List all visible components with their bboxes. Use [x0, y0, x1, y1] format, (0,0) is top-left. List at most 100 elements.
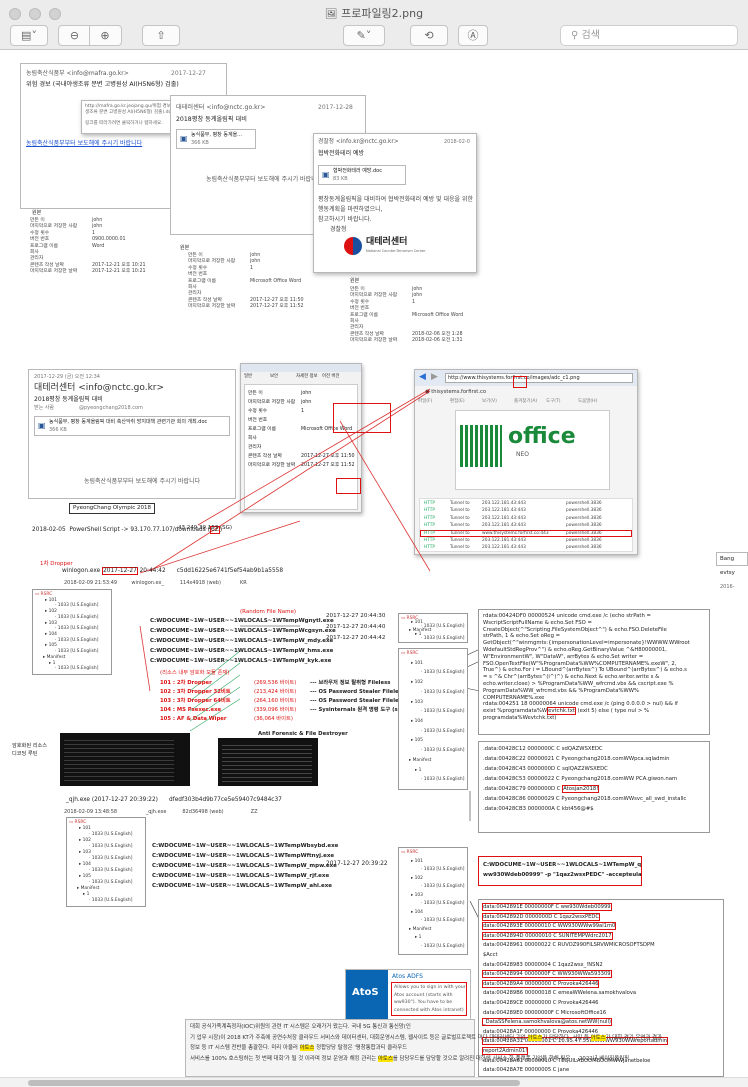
search-field[interactable]: ⚲ 검색	[560, 25, 738, 46]
code-line: .data:00428C79 0000000D C Atosjan2018!	[483, 785, 600, 793]
code-line: WdefaultStdRegProv^") & echo.oReg.GetBin…	[483, 647, 667, 653]
image-canvas: 농림축산식품부 <info@mafra.go.kr> 2017-12-27 위험…	[0, 51, 748, 1077]
news-line: 기 업무 시장)이 2018 KT가 주축에 공연수처장 클라우드 서비스와 데…	[190, 1034, 662, 1041]
news-line: 대회 공식가족계측정자(IOC)위원의 관련 IT 시스템은 오래가거 왔는다.…	[190, 1024, 411, 1030]
atos-title: Atos ADFS	[392, 973, 423, 980]
tree-node: ▸ 101	[79, 826, 91, 831]
code-line: GetObject(^"winmgmts:{impersonationLevel…	[483, 640, 690, 647]
tree-node: · 1033 [U.S.English]	[89, 832, 133, 837]
news-line: 정보 등 IT 시스템 전반을 총괄한다. 미리 아울러 아토스 정합당당 탈정…	[190, 1045, 408, 1051]
tree-node: ▭ RSRC	[401, 651, 419, 656]
markup-button[interactable]: ✎˅	[343, 25, 385, 46]
tree-node: ▸ 104	[411, 719, 423, 724]
rsrc-item: 102 : 3차 Dropper 32비트	[160, 689, 231, 695]
sidebar-toggle-button[interactable]: ▤˅	[10, 25, 48, 46]
tree-node: ▸ 102	[411, 875, 423, 881]
share-icon: ⇧	[156, 29, 166, 42]
credential-strings-1: .data:00428C12 0000000C C sdQAZWSXEDC .da…	[478, 741, 710, 833]
code-line: ProgramData%WW_wfrcmd.vbs && %ProgramDat…	[483, 687, 639, 694]
sidebar-icon: ▤˅	[21, 29, 37, 42]
side-peek-text: evtsy	[720, 570, 735, 576]
file-path: C:WDOCUME~1W~USER~~1WLOCALS~1WTempW_mpw.…	[152, 863, 337, 869]
tree-node: ▸ 102	[79, 838, 91, 843]
rotate-icon: ⟲	[424, 29, 434, 42]
command-line: C:WDOCUME~1W~USER~~1WLOCALS~1WTempW_qy.e…	[483, 862, 642, 868]
code-line: echo.writer.close) > %ProgramData%WW_wfr…	[483, 681, 674, 687]
rsrc-size: (264,160 바이트)	[254, 698, 297, 704]
zoom-in-icon[interactable]: ⊕	[90, 26, 120, 45]
atos-adfs-card: AtoS Atos ADFS Allows you to sign in wit…	[345, 969, 471, 1020]
tree-node: · 1033 [U.S.English]	[421, 901, 465, 906]
timestamp: 2017-12-27 20:44:42	[326, 635, 386, 641]
rotate-button[interactable]: ⟲	[410, 25, 448, 46]
rsrc-size: (339,096 바이트)	[254, 707, 297, 713]
search-placeholder: 검색	[581, 30, 600, 41]
olympic-label: PyeongChang Olympic 2018	[69, 503, 155, 514]
tree-node: · 1033 [U.S.English]	[421, 689, 465, 695]
code-line: rdata:00424DF0 00000524 unicode cmd.exe …	[483, 613, 651, 619]
tree-node: · 1033 [U.S.English]	[421, 636, 465, 641]
rsrc-tree-2: ▭ RSRC ▸ 101 · 1033 [U.S.English] ▸ 102 · 10…	[66, 817, 146, 907]
code-line: data:004289CE 00000000 C Provoka426446	[483, 1000, 599, 1006]
tree-node: ▸ 101	[411, 660, 423, 666]
annotate-button[interactable]: Ⓐ	[458, 25, 488, 46]
tree-node: ▸ 101	[411, 858, 423, 864]
rsrc-item: 101 : 2차 Dropper	[160, 680, 212, 686]
tree-node: · 1033 [U.S.English]	[55, 614, 99, 620]
rsrc-size: (36,064 바이트)	[254, 716, 293, 722]
tree-node: ▸ Manifest	[77, 886, 100, 891]
atos-note-line: ww930"). You have to be	[394, 1000, 453, 1006]
code-line: .data:00428C43 0000000D C sqlQAZ2WSXEDC	[483, 766, 608, 772]
tree-node: ▸ 1	[415, 935, 422, 940]
note-footer: Anti Forensic & File Destroyer	[258, 731, 348, 737]
tree-node: ▸ 103	[79, 850, 91, 855]
tree-node: · 1033 [U.S.English]	[55, 666, 99, 672]
rsrc-size: (213,424 바이트)	[254, 689, 297, 695]
tree-node: ▸ Manifest	[409, 926, 432, 932]
share-button[interactable]: ⇧	[142, 25, 180, 46]
tree-node: ▭ RSRC	[401, 850, 419, 855]
timeline: 2017-12-27 20:44:30 2017-12-27 20:44:40 20…	[326, 613, 398, 653]
tree-node: ▭ RSRC	[69, 820, 87, 825]
decoded-script-strings: rdata:00424DF0 00000524 unicode cmd.exe …	[478, 609, 710, 735]
code-line: W"EnvironmentW", W"DataW", arrBytes & ec…	[483, 653, 644, 660]
side-peek-year: 2016-	[720, 584, 735, 590]
atos-highlight: 아토스	[299, 1045, 315, 1051]
code-line: data:00428961 00000022 C RUVOZ990FILSRVW…	[483, 942, 655, 949]
evtchk-highlight: evtchk.txt	[547, 707, 576, 716]
dropper1-date-highlight: 2017-12-27	[102, 567, 138, 575]
rsrc-size: (269,536 바이트)	[254, 680, 297, 686]
tree-node: · 1033 [U.S.English]	[55, 637, 99, 643]
tree-node: · 1033 [U.S.English]	[421, 777, 465, 783]
rsrc-tree-c: ▭ RSRC ▸ 101 · 1033 [U.S.English] ▸ 102 · 10…	[398, 847, 468, 955]
tree-node: · 1033 [U.S.English]	[89, 844, 133, 849]
decode-routine-screenshot	[60, 733, 190, 786]
zoom-out-icon[interactable]: ⊖	[60, 26, 90, 45]
horizontal-scrollbar[interactable]	[0, 1077, 748, 1087]
annotate-icon: Ⓐ	[467, 29, 479, 42]
code-line: data:0042894D 00000010 C SUNITEMPWdrc201…	[482, 931, 613, 940]
code-line: data:0042892D 0000000D C 1qaz2wsxPEDC	[481, 912, 601, 921]
zoom-controls: ⊖ ⊕	[58, 25, 122, 46]
scroll-thumb[interactable]	[28, 1080, 520, 1086]
code-line: _DataSSFelena.samokhvalova@atos.netWW(nu…	[482, 1018, 612, 1027]
tree-node: · 1033 [U.S.English]	[421, 728, 465, 734]
code-line: WscriptScriptFullName & echo.Set FSO =	[483, 619, 592, 626]
file-path: C:WDOCUME~1W~USER~~1WLOCALS~1WTempW_kyk.…	[150, 658, 332, 664]
tree-node: · 1033 [U.S.English]	[421, 867, 465, 872]
code-line: COMPUTERNAME%.exe	[483, 694, 545, 701]
code-line: data:004289A4 00000000 C Provoka426446	[481, 979, 600, 988]
dropped-files-list-2: C:WDOCUME~1W~USER~~1WLOCALS~1WTempWbsybd…	[152, 843, 338, 898]
rsrc-item: 105 : AF & Data Wiper	[160, 716, 227, 722]
file-path: C:WDOCUME~1W~USER~~1WLOCALS~1WTempW_mdy.…	[150, 638, 334, 644]
atos-highlight: 아토스	[377, 1055, 393, 1062]
tree-node: ▸ 105	[79, 874, 91, 879]
tree-node: ▸ 104	[79, 862, 91, 867]
tree-node: ▸ 105	[411, 738, 423, 744]
news-line: 서비스를 100% 호스팅하는 첫 번째 대회'가 될 것 이라며 정보 운영과…	[190, 1055, 630, 1062]
rsrc-tree-b: ▭ RSRC ▸ 101 · 1033 [U.S.English] ▸ 102 · 10…	[398, 648, 468, 790]
code-line: report2Admin01!	[481, 1047, 529, 1055]
cz-highlight: CZ	[209, 526, 220, 534]
encrypted-label: 암호화된 리소스 디코딩 루틴	[12, 743, 48, 757]
news-excerpt: 대회 공식가족계측정자(IOC)위원의 관련 IT 시스템은 오래가거 왔는다.…	[185, 1019, 662, 1077]
